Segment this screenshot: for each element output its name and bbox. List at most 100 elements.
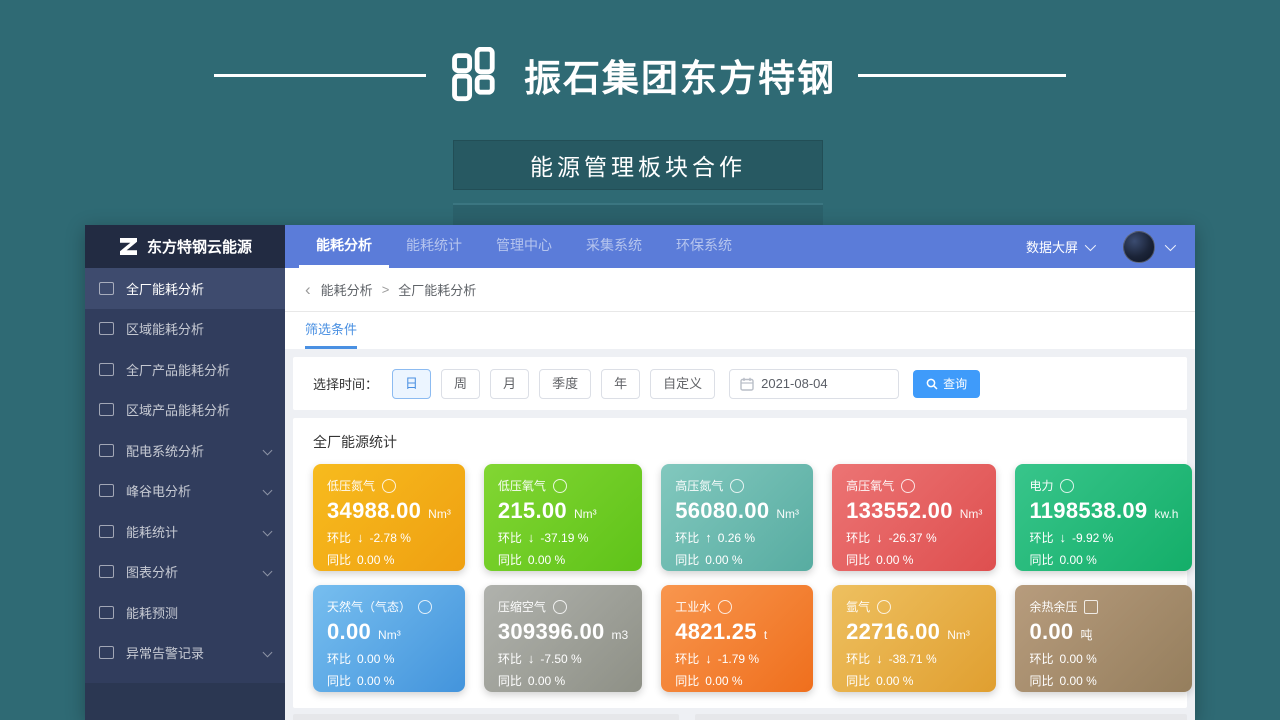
card-yoy-row: 同比0.00 % — [498, 551, 628, 568]
card-mom-row: 环比↓-26.37 % — [846, 529, 982, 546]
sidebar-item[interactable]: 全厂产品能耗分析 — [85, 349, 285, 390]
search-button[interactable]: 查询 — [913, 370, 980, 398]
sidebar-item[interactable]: 异常告警记录 — [85, 633, 285, 674]
nav-tab[interactable]: 能耗统计 — [389, 225, 479, 268]
yoy-value: 0.00 % — [528, 674, 565, 688]
data-screen-label: 数据大屏 — [1026, 237, 1078, 256]
yoy-label: 同比 — [327, 672, 351, 689]
sidebar-item[interactable]: 全厂能耗分析 — [85, 268, 285, 309]
user-avatar[interactable] — [1123, 231, 1155, 263]
yoy-label: 同比 — [1029, 551, 1053, 568]
sidebar-item[interactable]: 能耗统计 — [85, 511, 285, 552]
time-range-button[interactable]: 周 — [441, 369, 480, 399]
menu-item-icon — [99, 322, 114, 335]
card-mom-row: 环比 ↓ -7.50 % — [498, 650, 628, 667]
next-section-preview — [293, 714, 1187, 720]
menu-item-icon — [99, 565, 114, 578]
yoy-value: 0.00 % — [705, 553, 742, 567]
time-range-button[interactable]: 年 — [601, 369, 640, 399]
card-value-row: 309396.00m3 — [498, 619, 628, 645]
menu-item-icon — [99, 484, 114, 497]
sidebar-item[interactable]: 配电系统分析 — [85, 430, 285, 471]
card-value: 215.00 — [498, 498, 567, 524]
yoy-label: 同比 — [675, 672, 699, 689]
arrow-down-icon: ↓ — [528, 651, 535, 666]
menu-item-icon — [99, 444, 114, 457]
nav-tab[interactable]: 能耗分析 — [299, 225, 389, 268]
mom-value: -7.50 % — [540, 652, 581, 666]
mom-value: -26.37 % — [889, 531, 937, 545]
subtitle-shadow-box — [453, 203, 823, 227]
energy-card: 工业水4821.25t环比↓-1.79 %同比0.00 % — [661, 585, 813, 692]
yoy-value: 0.00 % — [705, 674, 742, 688]
card-value-row: 133552.00Nm³ — [846, 498, 982, 524]
card-yoy-row: 同比 0.00 % — [327, 672, 451, 689]
card-unit: Nm³ — [776, 507, 799, 521]
industrial-water-icon — [718, 600, 732, 614]
sidebar-item[interactable]: 能耗预测 — [85, 592, 285, 633]
data-screen-button[interactable]: 数据大屏 — [1026, 237, 1093, 256]
card-unit: kw.h — [1154, 507, 1178, 521]
time-range-button[interactable]: 月 — [490, 369, 529, 399]
sidebar-item[interactable]: 区域产品能耗分析 — [85, 390, 285, 431]
card-yoy-row: 同比0.00 % — [846, 672, 982, 689]
menu-item-icon — [99, 606, 114, 619]
arrow-down-icon: ↓ — [705, 651, 712, 666]
card-header: 天然气（气态） — [327, 598, 451, 615]
mom-label: 环比 — [1029, 529, 1053, 546]
nav-tab[interactable]: 采集系统 — [569, 225, 659, 268]
mom-label: 环比 — [1029, 650, 1053, 667]
sidebar-item[interactable]: 峰谷电分析 — [85, 471, 285, 512]
time-range-button[interactable]: 日 — [392, 369, 431, 399]
time-range-button[interactable]: 季度 — [539, 369, 591, 399]
chevron-down-icon — [263, 567, 273, 577]
card-value: 22716.00 — [846, 619, 940, 645]
sidebar-menu: 全厂能耗分析区域能耗分析全厂产品能耗分析区域产品能耗分析配电系统分析峰谷电分析能… — [85, 268, 285, 683]
mom-label: 环比 — [498, 650, 522, 667]
yoy-label: 同比 — [327, 551, 351, 568]
yoy-value: 0.00 % — [357, 674, 394, 688]
power-icon — [1060, 479, 1074, 493]
energy-card: 高压氧气133552.00Nm³环比↓-26.37 %同比0.00 % — [832, 464, 996, 571]
sidebar: 全厂能耗分析区域能耗分析全厂产品能耗分析区域产品能耗分析配电系统分析峰谷电分析能… — [85, 268, 285, 720]
mom-value: -38.71 % — [889, 652, 937, 666]
card-title: 压缩空气 — [498, 598, 546, 615]
breadcrumb-back-icon[interactable]: ‹ — [305, 281, 311, 298]
nitrogen-low-icon — [382, 479, 396, 493]
card-mom-row: 环比↓-38.71 % — [846, 650, 982, 667]
card-value-row: 0.00Nm³ — [327, 619, 451, 645]
user-chevron-down-icon[interactable] — [1165, 239, 1176, 250]
nav-tab[interactable]: 管理中心 — [479, 225, 569, 268]
menu-item-icon — [99, 646, 114, 659]
energy-card: 低压氮气34988.00Nm³环比↓-2.78 %同比0.00 % — [313, 464, 465, 571]
date-picker-input[interactable]: 2021-08-04 — [729, 369, 899, 399]
brand-name: 东方特钢云能源 — [147, 236, 252, 257]
filter-panel: 选择时间： 日周月季度年自定义 2021-08-04 — [293, 357, 1187, 410]
sidebar-item[interactable]: 区域能耗分析 — [85, 309, 285, 350]
card-value: 0.00 — [1029, 619, 1073, 645]
sidebar-item-label: 全厂能耗分析 — [126, 279, 204, 298]
energy-card: 余热余压0.00吨环比0.00 %同比0.00 % — [1015, 585, 1192, 692]
sidebar-item-label: 配电系统分析 — [126, 441, 204, 460]
mom-label: 环比 — [675, 529, 699, 546]
nav-tab[interactable]: 环保系统 — [659, 225, 749, 268]
chevron-down-icon — [263, 486, 273, 496]
tab-filter-conditions[interactable]: 筛选条件 — [305, 319, 357, 349]
card-title: 工业水 — [675, 598, 711, 615]
yoy-value: 0.00 % — [357, 553, 394, 567]
card-header: 低压氧气 — [498, 477, 628, 494]
yoy-value: 0.00 % — [528, 553, 565, 567]
yoy-value: 0.00 % — [876, 674, 913, 688]
card-value-row: 56080.00 Nm³ — [675, 498, 799, 524]
next-panel-left — [293, 714, 679, 720]
card-value: 4821.25 — [675, 619, 757, 645]
card-yoy-row: 同比0.00 % — [846, 551, 982, 568]
waste-heat-icon — [1084, 600, 1098, 614]
breadcrumb-parent[interactable]: 能耗分析 — [321, 280, 373, 299]
card-value: 56080.00 — [675, 498, 769, 524]
arrow-up-icon: ↑ — [705, 530, 712, 545]
card-header: 氩气 — [846, 598, 982, 615]
time-range-button[interactable]: 自定义 — [650, 369, 715, 399]
sidebar-item[interactable]: 图表分析 — [85, 552, 285, 593]
energy-card: 电力1198538.09kw.h环比↓-9.92 %同比0.00 % — [1015, 464, 1192, 571]
